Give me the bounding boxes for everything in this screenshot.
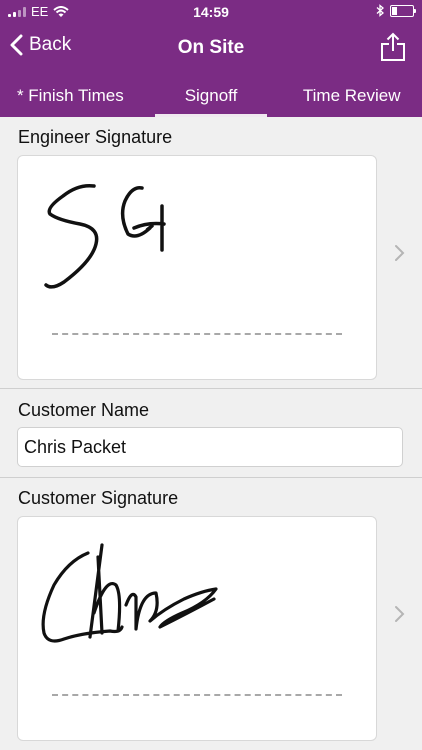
- bluetooth-icon: [376, 4, 384, 17]
- page-title: On Site: [177, 37, 245, 58]
- divider: [0, 388, 422, 389]
- chevron-right-icon[interactable]: [394, 243, 406, 263]
- signature-line: [52, 694, 342, 696]
- battery-icon: [390, 4, 416, 17]
- chevron-right-icon[interactable]: [394, 604, 406, 624]
- engineer-signature-drawing: [44, 183, 166, 289]
- tab-signoff[interactable]: Signoff: [141, 78, 282, 117]
- customer-name-field[interactable]: Chris Packet: [17, 427, 403, 467]
- header: EE 14:59 Back On Site * Finish Times Sig…: [0, 0, 422, 117]
- signature-line: [52, 333, 342, 335]
- tab-bar: * Finish Times Signoff Time Review: [0, 78, 422, 117]
- status-time: 14:59: [193, 4, 229, 20]
- customer-name-label: Customer Name: [18, 400, 150, 420]
- engineer-signature-label: Engineer Signature: [18, 127, 173, 147]
- divider: [0, 477, 422, 478]
- customer-signature-drawing: [41, 543, 218, 643]
- engineer-signature-pad[interactable]: [17, 155, 377, 380]
- customer-signature-pad[interactable]: [17, 516, 377, 741]
- status-bar: EE 14:59: [0, 0, 422, 22]
- tab-time-review[interactable]: Time Review: [281, 78, 422, 117]
- share-icon[interactable]: [380, 32, 406, 62]
- customer-signature-label: Customer Signature: [18, 488, 179, 508]
- tab-finish-times[interactable]: * Finish Times: [0, 78, 141, 117]
